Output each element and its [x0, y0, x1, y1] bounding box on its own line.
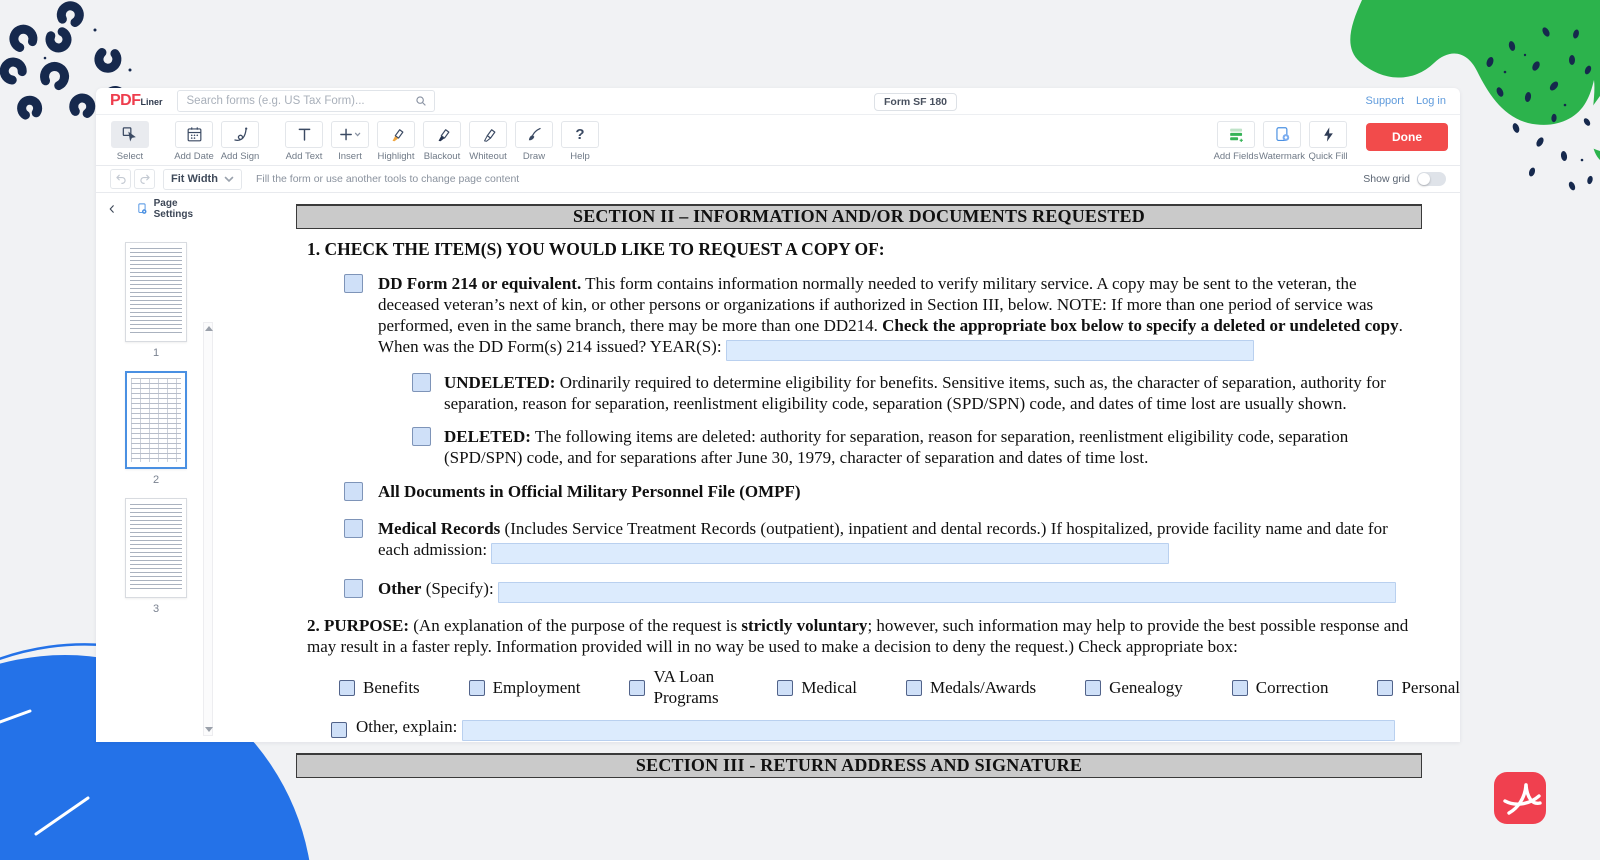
tool-watermark[interactable]: Watermark	[1260, 121, 1304, 162]
checkbox-other[interactable]	[344, 579, 363, 598]
support-link[interactable]: Support	[1365, 95, 1404, 107]
checkbox-employment[interactable]	[469, 680, 485, 696]
pages-sidebar: Page Settings 1 2 3	[96, 194, 216, 742]
purpose-paragraph: 2. PURPOSE: (An explanation of the purpo…	[307, 615, 1422, 657]
pdfliner-logo[interactable]: PDFLiner	[110, 93, 163, 109]
toolbar: Select Add Date	[96, 115, 1460, 166]
checkbox-dd214[interactable]	[344, 274, 363, 293]
brush-icon	[525, 125, 544, 144]
search-input[interactable]	[177, 90, 435, 112]
tool-help[interactable]: ? Help	[558, 121, 602, 162]
app-window: PDFLiner Form SF 180 Support Log in Sele…	[96, 88, 1460, 742]
login-link[interactable]: Log in	[1416, 95, 1446, 107]
checkbox-medical[interactable]	[777, 680, 793, 696]
document-page: SECTION II – INFORMATION AND/OR DOCUMENT…	[253, 193, 1460, 742]
show-grid-label: Show grid	[1363, 173, 1410, 185]
checkbox-correction[interactable]	[1232, 680, 1248, 696]
whiteout-marker-icon	[479, 125, 498, 144]
admission-facility-field[interactable]	[491, 543, 1169, 564]
checkbox-medical-records[interactable]	[344, 519, 363, 538]
plus-icon	[337, 125, 363, 144]
question-mark-icon: ?	[575, 126, 584, 143]
tool-blackout[interactable]: Blackout	[420, 121, 464, 162]
checkbox-medals-awards[interactable]	[906, 680, 922, 696]
tool-highlight[interactable]: Highlight	[374, 121, 418, 162]
tool-draw[interactable]: Draw	[512, 121, 556, 162]
medical-paragraph: Medical Records (Includes Service Treatm…	[378, 518, 1410, 564]
undeleted-paragraph: UNDELETED: Ordinarily required to determ…	[444, 372, 1419, 414]
highlighter-icon	[387, 125, 406, 144]
tool-add-fields[interactable]: Add Fields	[1214, 121, 1258, 162]
calendar-icon	[185, 125, 204, 144]
undo-icon	[114, 172, 128, 186]
watermark-icon	[1273, 125, 1292, 144]
blackout-marker-icon	[433, 125, 452, 144]
dd214-paragraph: DD Form 214 or equivalent. This form con…	[378, 273, 1410, 361]
lightning-icon	[1319, 125, 1338, 144]
search-icon[interactable]	[414, 94, 428, 108]
zoom-select[interactable]: Fit Width	[163, 169, 242, 190]
tool-quick-fill[interactable]: Quick Fill	[1306, 121, 1350, 162]
checkbox-ompf[interactable]	[344, 482, 363, 501]
checkbox-va-loan-programs[interactable]	[629, 680, 645, 696]
checkbox-deleted[interactable]	[412, 427, 431, 446]
other-paragraph: Other (Specify):	[378, 578, 1396, 603]
other-explain-field[interactable]	[462, 720, 1395, 741]
show-grid-toggle[interactable]	[1417, 172, 1446, 186]
year-issued-field[interactable]	[726, 340, 1254, 361]
redo-icon	[138, 172, 152, 186]
page-settings-button[interactable]: Page Settings	[136, 198, 210, 220]
pdf-reader-icon	[1494, 772, 1546, 824]
editor-hint-text: Fill the form or use another tools to ch…	[256, 173, 519, 185]
tool-add-sign[interactable]: Add Sign	[218, 121, 262, 162]
done-button[interactable]: Done	[1366, 123, 1448, 151]
tool-whiteout[interactable]: Whiteout	[466, 121, 510, 162]
section3-header: SECTION III - RETURN ADDRESS AND SIGNATU…	[296, 753, 1422, 778]
collapse-sidebar-icon[interactable]	[106, 202, 118, 216]
purpose-options-row: Benefits Employment VA Loan Programs Med…	[331, 666, 1460, 708]
signature-pen-icon	[231, 125, 250, 144]
redo-button[interactable]	[134, 169, 155, 189]
page-thumbnail-1[interactable]: 1	[96, 242, 216, 371]
add-fields-icon	[1227, 125, 1246, 144]
ompf-label: All Documents in Official Military Perso…	[378, 481, 801, 502]
form-name-badge: Form SF 180	[874, 93, 957, 111]
page-thumbnail-3[interactable]: 3	[96, 498, 216, 627]
tool-insert[interactable]: Insert	[328, 121, 372, 162]
tool-select[interactable]: Select	[108, 121, 152, 162]
item1-heading: 1. CHECK THE ITEM(S) YOU WOULD LIKE TO R…	[307, 239, 1460, 260]
sidebar-scrollbar[interactable]	[203, 322, 213, 736]
page-thumbnail-2-selected[interactable]: 2	[96, 371, 216, 498]
other-explain-label: Other, explain:	[356, 716, 1395, 741]
tool-add-date[interactable]: Add Date	[172, 121, 216, 162]
tool-add-text[interactable]: Add Text	[282, 121, 326, 162]
undo-button[interactable]	[110, 169, 131, 189]
other-specify-field[interactable]	[498, 582, 1396, 603]
checkbox-undeleted[interactable]	[412, 373, 431, 392]
page-settings-icon	[136, 201, 150, 217]
checkbox-benefits[interactable]	[339, 680, 355, 696]
text-icon	[295, 125, 314, 144]
chevron-down-icon	[224, 176, 234, 183]
sub-toolbar: Fit Width Fill the form or use another t…	[96, 166, 1460, 193]
checkbox-genealogy[interactable]	[1085, 680, 1101, 696]
deleted-paragraph: DELETED: The following items are deleted…	[444, 426, 1419, 468]
scroll-up-arrow[interactable]	[205, 326, 213, 331]
checkbox-personal[interactable]	[1377, 680, 1393, 696]
checkbox-other-explain[interactable]	[331, 722, 347, 738]
app-header: PDFLiner Form SF 180 Support Log in	[96, 88, 1460, 115]
section2-header: SECTION II – INFORMATION AND/OR DOCUMENT…	[296, 204, 1422, 229]
scroll-down-arrow[interactable]	[205, 727, 213, 732]
cursor-icon	[120, 125, 140, 145]
